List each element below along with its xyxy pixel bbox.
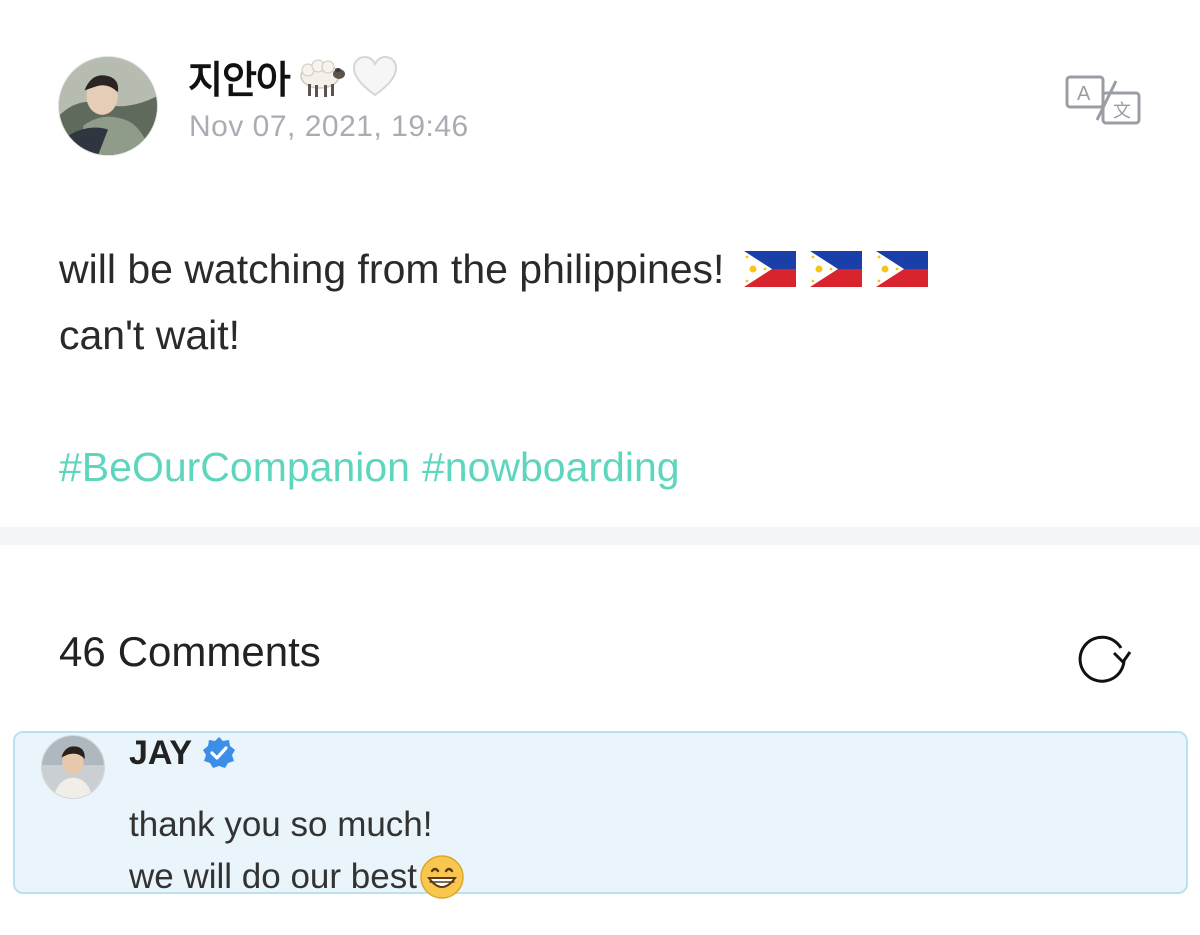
comments-label: Comments <box>117 628 321 675</box>
hashtag-link[interactable]: #BeOurCompanion <box>59 444 410 491</box>
sheep-icon <box>300 59 345 97</box>
philippines-flag-icon <box>744 251 797 287</box>
flag-group <box>744 251 929 287</box>
comment-line-1: thank you so much! <box>129 799 465 851</box>
commenter-name[interactable]: JAY <box>129 734 192 773</box>
author-avatar-image <box>59 57 157 155</box>
commenter-avatar-image <box>42 736 104 798</box>
author-name[interactable]: 지안아 <box>188 49 291 104</box>
comment-count: 46 <box>59 628 106 675</box>
post-body: will be watching from the philippines! c… <box>59 236 1159 368</box>
hashtag-link[interactable]: #nowboarding <box>422 444 680 491</box>
comment-body: thank you so much! we will do our best <box>129 799 465 903</box>
hashtag-row: #BeOurCompanion #nowboarding <box>59 444 680 491</box>
author-row: 지안아 <box>188 50 400 102</box>
comment-item[interactable]: JAY thank you so much! we will do our be… <box>13 731 1188 899</box>
commenter-row: JAY <box>129 733 236 773</box>
post-line-1: will be watching from the philippines! <box>59 236 1159 302</box>
refresh-icon[interactable] <box>1074 628 1132 686</box>
svg-text:文: 文 <box>1113 101 1131 122</box>
white-heart-icon <box>352 55 397 97</box>
philippines-flag-icon <box>876 251 929 287</box>
philippines-flag-icon <box>810 251 863 287</box>
comments-header: 46 Comments <box>59 628 321 676</box>
grinning-face-icon <box>420 855 464 899</box>
section-divider <box>0 527 1200 545</box>
post-text-line-2: can't wait! <box>59 312 241 358</box>
translate-icon[interactable]: A 文 <box>1064 74 1142 126</box>
author-avatar[interactable] <box>58 56 158 156</box>
post-line-2: can't wait! <box>59 302 1159 368</box>
comment-text-line-2: we will do our best <box>129 857 417 896</box>
post-timestamp: Nov 07, 2021, 19:46 <box>189 110 469 143</box>
commenter-avatar[interactable] <box>41 735 105 799</box>
comment-text-line-1: thank you so much! <box>129 805 433 844</box>
svg-text:A: A <box>1077 83 1091 105</box>
post-text-line-1: will be watching from the philippines! <box>59 246 725 292</box>
post-detail-screen: 지안아 Nov 07, 2021, 19:46 A 文 will be watc… <box>0 0 1200 935</box>
comment-line-2: we will do our best <box>129 851 465 903</box>
verified-badge-icon <box>203 737 236 768</box>
